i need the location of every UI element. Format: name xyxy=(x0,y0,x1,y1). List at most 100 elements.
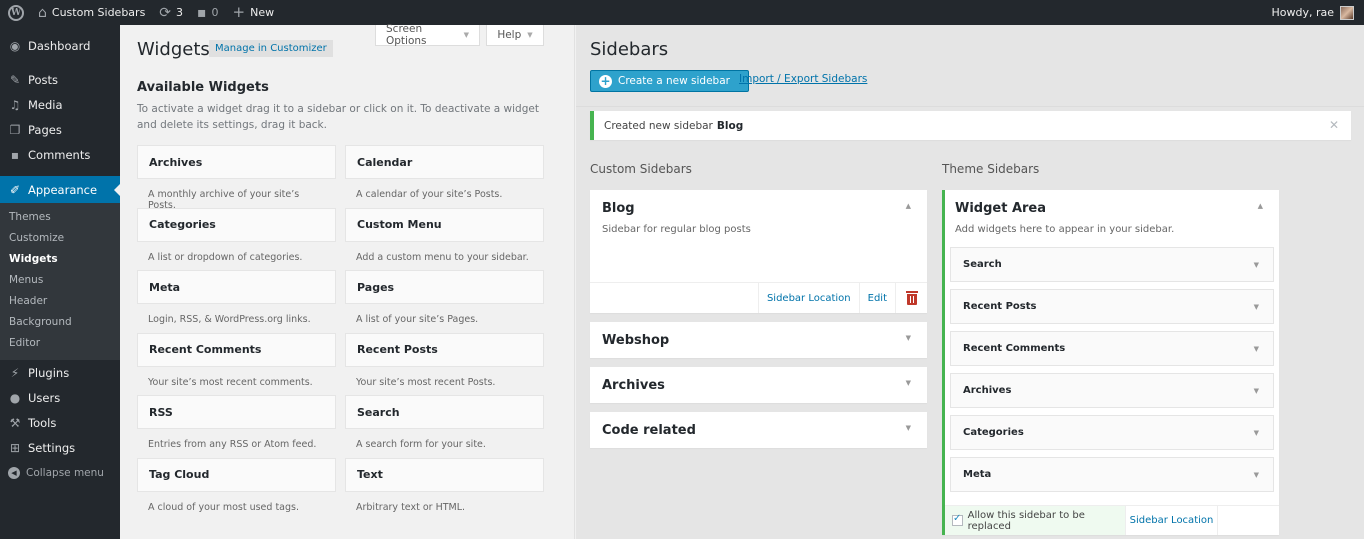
my-account-menu[interactable]: Howdy, rae xyxy=(1264,0,1364,25)
collapse-arrow-icon[interactable]: ▲ xyxy=(1258,202,1263,210)
site-name-link[interactable]: ⌂ Custom Sidebars xyxy=(31,0,152,25)
widget-description: Your site’s most recent comments. xyxy=(148,376,313,388)
dashboard-icon: ◉ xyxy=(9,38,21,53)
submenu-item-widgets[interactable]: Widgets xyxy=(0,249,120,270)
menu-label: Appearance xyxy=(28,182,98,197)
available-widgets-description: To activate a widget drag it to a sideba… xyxy=(137,103,539,131)
theme-sidebars-heading: Theme Sidebars xyxy=(942,162,1040,176)
user-icon: ● xyxy=(9,390,21,405)
widget-description: Arbitrary text or HTML. xyxy=(356,501,466,513)
sidebar-footer: Allow this sidebar to be replaced Sideba… xyxy=(945,505,1279,535)
updates-count: 3 xyxy=(176,6,184,19)
submenu-item-header[interactable]: Header xyxy=(0,291,120,312)
sidebar-widget-title: Archives xyxy=(963,385,1012,396)
manage-in-customizer-button[interactable]: Manage in Customizer xyxy=(209,40,333,57)
expand-arrow-icon[interactable]: ▼ xyxy=(1254,471,1259,479)
expand-arrow-icon[interactable]: ▼ xyxy=(906,424,911,432)
theme-sidebars-column: Widget Area ▲ Add widgets here to appear… xyxy=(942,190,1279,539)
widget-title[interactable]: Meta xyxy=(137,270,336,304)
menu-item-plugins[interactable]: ⚡ Plugins xyxy=(0,360,120,385)
submenu-item-themes[interactable]: Themes xyxy=(0,207,120,228)
widget-description: Add a custom menu to your sidebar. xyxy=(356,251,529,263)
widget-title[interactable]: Recent Posts xyxy=(345,332,544,367)
sidebar-widget-title: Categories xyxy=(963,427,1024,438)
widget-title[interactable]: Search xyxy=(345,395,544,429)
menu-item-appearance[interactable]: ✐ Appearance xyxy=(0,176,120,203)
submenu-item-customize[interactable]: Customize xyxy=(0,228,120,249)
menu-item-users[interactable]: ● Users xyxy=(0,385,120,410)
menu-label: Comments xyxy=(28,147,91,162)
sidebar-name[interactable]: Code related xyxy=(590,412,927,448)
expand-arrow-icon[interactable]: ▼ xyxy=(1254,303,1259,311)
edit-sidebar-link[interactable]: Edit xyxy=(858,283,895,313)
widget-title[interactable]: Categories xyxy=(137,207,336,242)
expand-arrow-icon[interactable]: ▼ xyxy=(906,379,911,387)
create-sidebar-button[interactable]: + Create a new sidebar xyxy=(590,70,749,92)
help-button[interactable]: Help ▼ xyxy=(486,25,544,46)
widget-item: Calendar A calendar of your site’s Posts. xyxy=(345,145,544,208)
import-export-link[interactable]: Import / Export Sidebars xyxy=(739,73,867,85)
success-notice: Created new sidebar Blog ✕ xyxy=(590,111,1351,140)
collapse-menu-button[interactable]: ◀ Collapse menu xyxy=(0,460,120,485)
sidebar-name[interactable]: Archives xyxy=(590,367,927,403)
create-sidebar-label: Create a new sidebar xyxy=(618,75,730,87)
pin-icon: ✎ xyxy=(9,72,21,87)
sidebars-pane: Sidebars + Create a new sidebar Import /… xyxy=(576,25,1364,539)
widget-description: A list of your site’s Pages. xyxy=(356,314,479,325)
screen-options-button[interactable]: Screen Options ▼ xyxy=(375,23,480,47)
collapse-arrow-icon[interactable]: ▲ xyxy=(906,202,911,210)
sidebar-widget[interactable]: Meta ▼ xyxy=(950,457,1274,492)
widget-title[interactable]: Calendar xyxy=(345,145,544,179)
plugin-icon: ⚡ xyxy=(10,365,20,380)
delete-sidebar-button[interactable] xyxy=(895,283,927,313)
menu-item-tools[interactable]: ⚒ Tools xyxy=(0,410,120,435)
widget-title[interactable]: Pages xyxy=(345,270,544,304)
menu-item-comments[interactable]: ▪ Comments xyxy=(0,142,120,167)
help-label: Help xyxy=(497,29,522,41)
notice-text: Created new sidebar xyxy=(604,119,713,132)
sidebar-widget[interactable]: Recent Comments ▼ xyxy=(950,331,1274,366)
expand-arrow-icon[interactable]: ▼ xyxy=(1254,387,1259,395)
sidebar-location-link[interactable]: Sidebar Location xyxy=(1125,506,1218,535)
menu-item-posts[interactable]: ✎ Posts xyxy=(0,67,120,92)
admin-bar: W ⌂ Custom Sidebars ⟳ 3 ▪ 0 + New Howdy,… xyxy=(0,0,1364,25)
submenu-item-editor[interactable]: Editor xyxy=(0,333,120,354)
widget-item: Pages A list of your site’s Pages. xyxy=(345,270,544,333)
sidebar-name[interactable]: Widget Area xyxy=(945,190,1279,224)
comments-link[interactable]: ▪ 0 xyxy=(190,0,226,25)
sidebar-location-link[interactable]: Sidebar Location xyxy=(757,283,859,313)
comment-icon: ▪ xyxy=(10,147,20,162)
submenu-item-menus[interactable]: Menus xyxy=(0,270,120,291)
menu-item-pages[interactable]: ❐ Pages xyxy=(0,117,120,142)
home-icon: ⌂ xyxy=(38,4,47,21)
expand-arrow-icon[interactable]: ▼ xyxy=(1254,429,1259,437)
close-icon[interactable]: ✕ xyxy=(1329,118,1339,132)
submenu-item-background[interactable]: Background xyxy=(0,312,120,333)
widget-title[interactable]: Tag Cloud xyxy=(137,457,336,492)
divider xyxy=(576,106,1364,107)
menu-item-media[interactable]: ♫ Media xyxy=(0,92,120,117)
widget-title[interactable]: Recent Comments xyxy=(137,332,336,367)
allow-replace-checkbox[interactable]: Allow this sidebar to be replaced xyxy=(945,506,1125,535)
sidebar-widget[interactable]: Archives ▼ xyxy=(950,373,1274,408)
widget-title[interactable]: RSS xyxy=(137,395,336,429)
expand-arrow-icon[interactable]: ▼ xyxy=(1254,261,1259,269)
menu-label: Settings xyxy=(28,440,76,455)
new-content-link[interactable]: + New xyxy=(226,0,282,25)
menu-item-dashboard[interactable]: ◉ Dashboard xyxy=(0,33,120,58)
sidebar-name[interactable]: Webshop xyxy=(590,322,927,358)
sidebar-widget[interactable]: Recent Posts ▼ xyxy=(950,289,1274,324)
sidebar-name[interactable]: Blog xyxy=(590,190,927,224)
menu-item-settings[interactable]: ⊞ Settings xyxy=(0,435,120,460)
widget-item: Text Arbitrary text or HTML. xyxy=(345,457,544,521)
sidebar-widget[interactable]: Categories ▼ xyxy=(950,415,1274,450)
widget-title[interactable]: Archives xyxy=(137,145,336,179)
updates-link[interactable]: ⟳ 3 xyxy=(152,0,190,25)
widget-item: RSS Entries from any RSS or Atom feed. xyxy=(137,395,336,458)
expand-arrow-icon[interactable]: ▼ xyxy=(1254,345,1259,353)
expand-arrow-icon[interactable]: ▼ xyxy=(906,334,911,342)
widget-title[interactable]: Text xyxy=(345,457,544,492)
widget-title[interactable]: Custom Menu xyxy=(345,207,544,242)
sidebar-widget[interactable]: Search ▼ xyxy=(950,247,1274,282)
wp-logo-menu[interactable]: W xyxy=(0,0,31,25)
